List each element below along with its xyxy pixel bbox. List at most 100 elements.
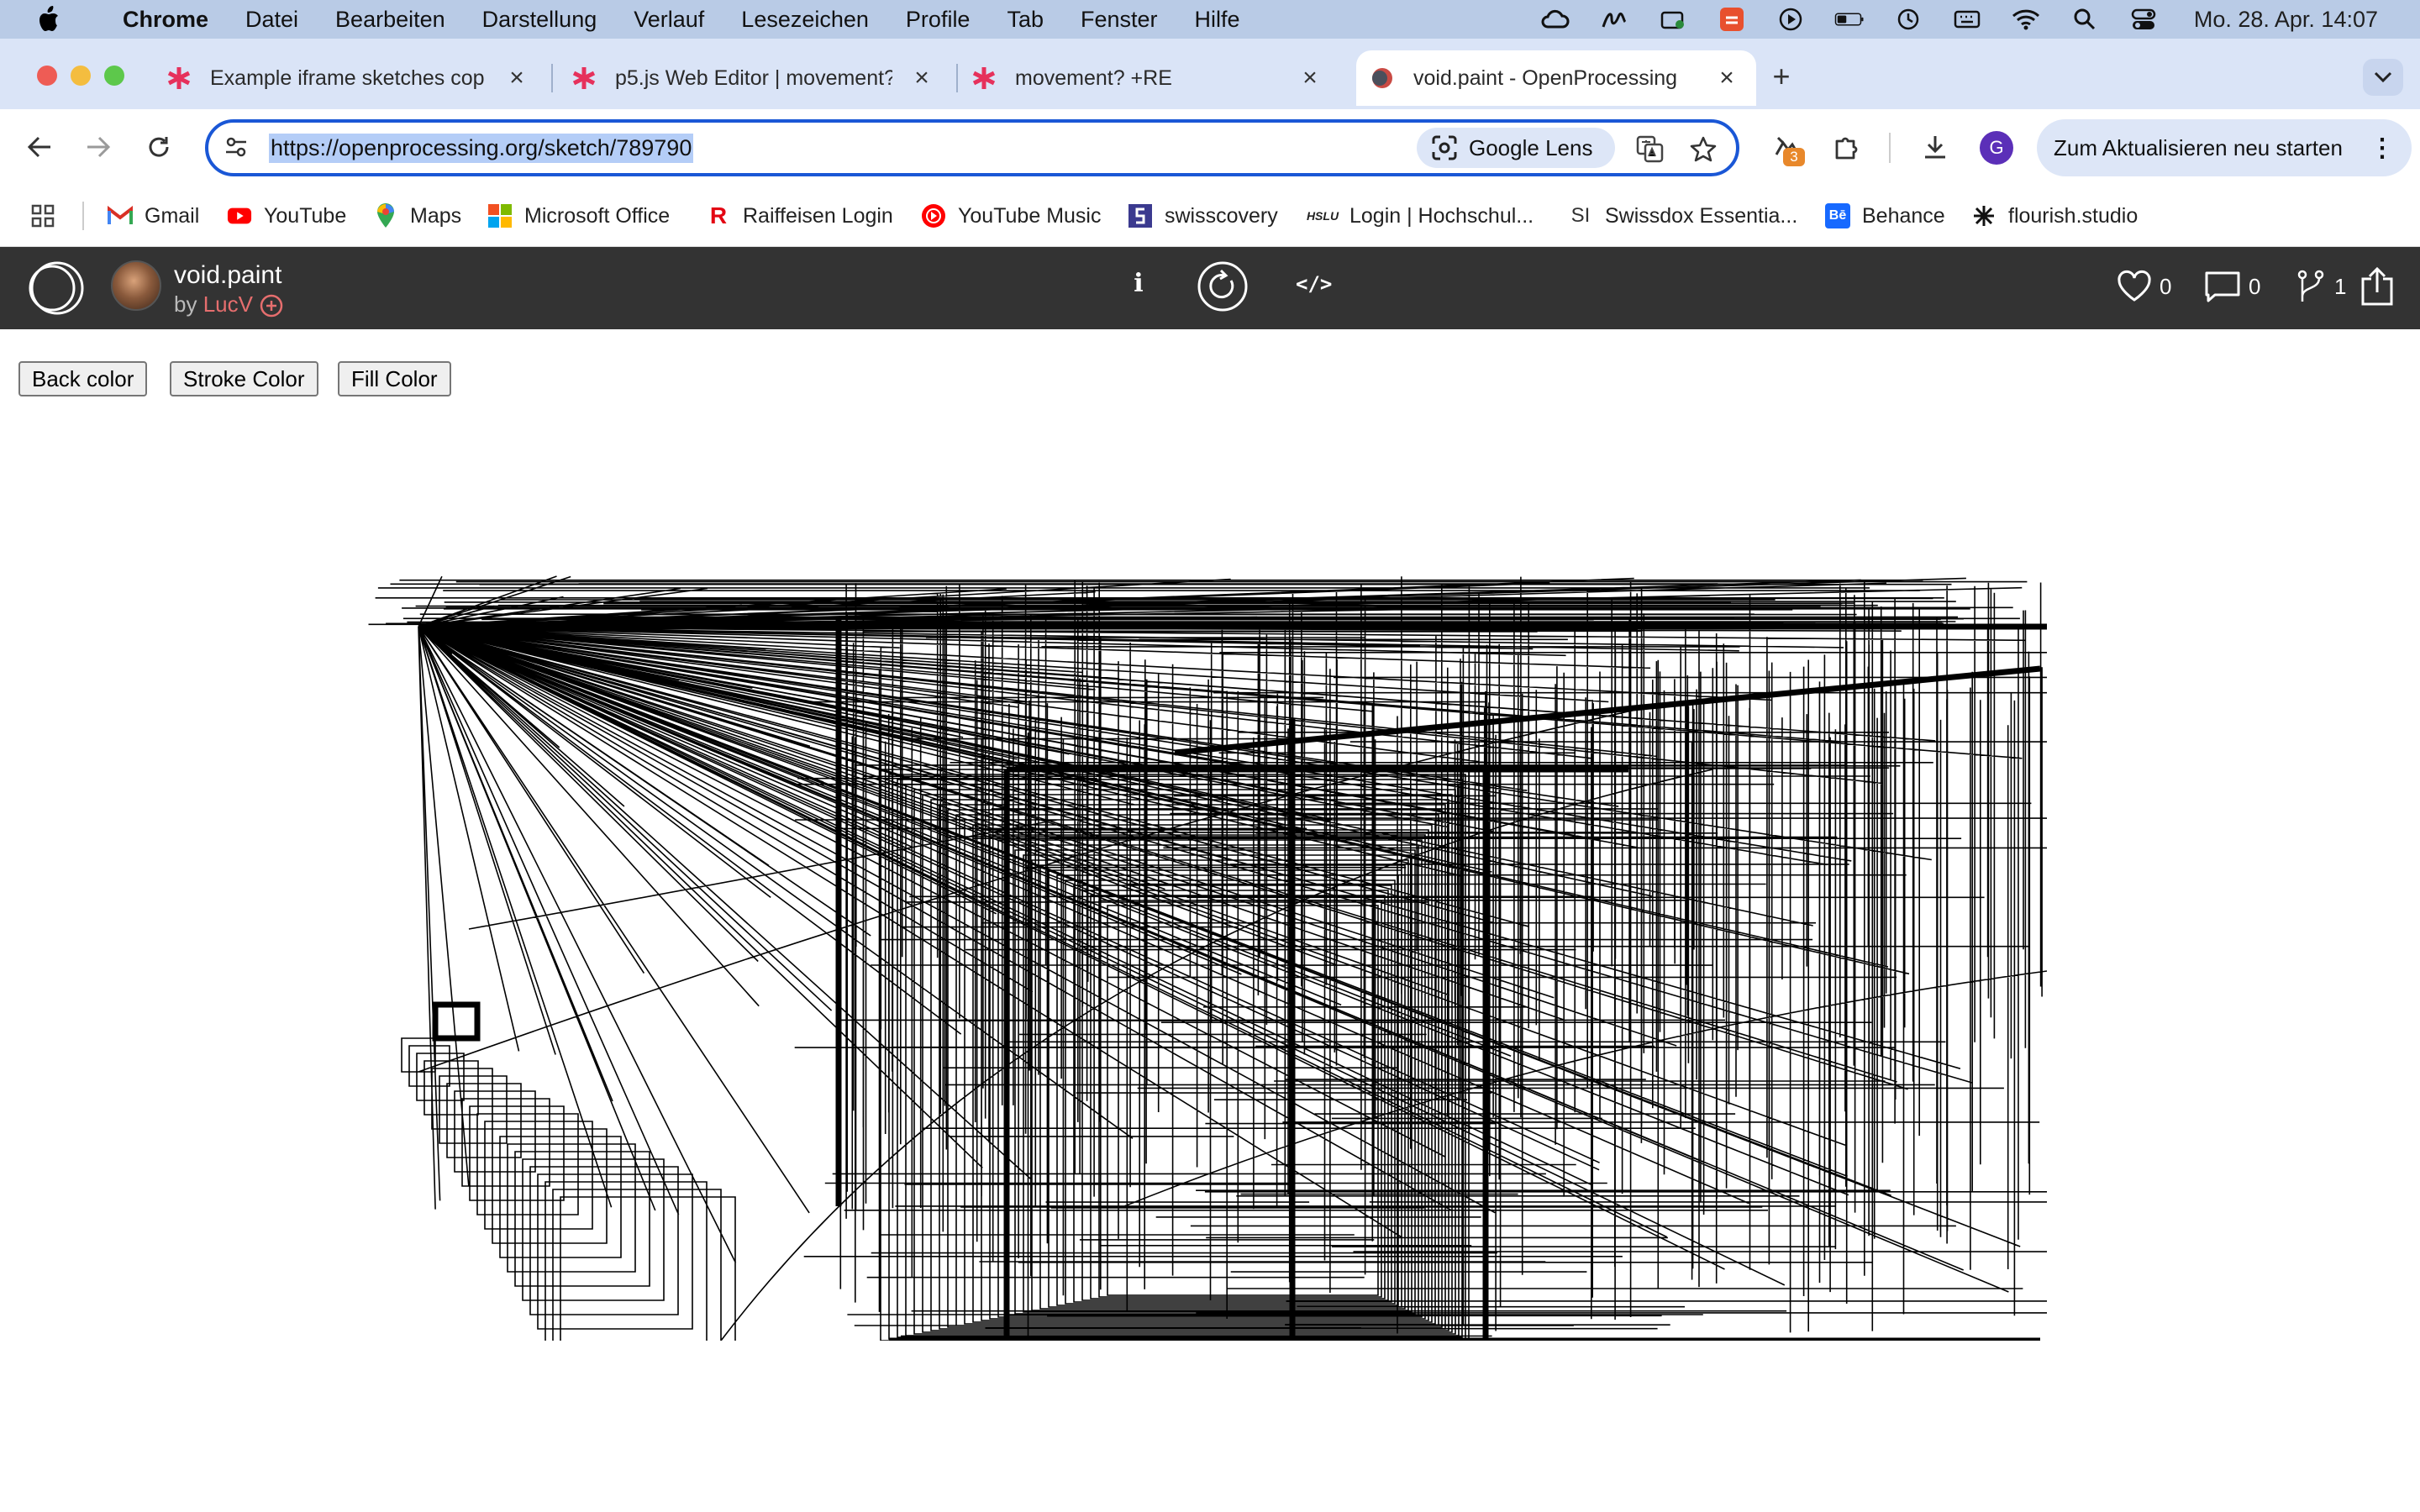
window-close-button[interactable]: [37, 66, 57, 86]
forks-button[interactable]: 1: [2294, 267, 2346, 306]
tab-void-paint[interactable]: void.paint - OpenProcessing ×: [1356, 50, 1756, 106]
like-button[interactable]: 0: [2116, 267, 2171, 306]
follow-plus-icon[interactable]: [259, 293, 284, 318]
youtube-music-icon: [921, 203, 946, 228]
bookmark-behance[interactable]: Bē Behance: [1825, 197, 1945, 235]
raiffeisen-icon: R: [709, 202, 728, 228]
menubar-app-icon[interactable]: [1658, 7, 1688, 32]
keyboard-icon[interactable]: [1952, 7, 1982, 32]
menu-datei[interactable]: Datei: [245, 7, 298, 33]
google-lens-icon: [1432, 135, 1457, 160]
p5-asterisk-icon: [166, 66, 192, 91]
menu-fenster[interactable]: Fenster: [1081, 7, 1158, 33]
reload-button[interactable]: [139, 128, 178, 166]
bookmark-gmail[interactable]: Gmail: [108, 197, 199, 235]
bookmark-youtube-music[interactable]: YouTube Music: [921, 197, 1101, 235]
back-button[interactable]: [20, 128, 59, 166]
window-minimize-button[interactable]: [71, 66, 91, 86]
tab-p5-web-editor[interactable]: p5.js Web Editor | movement? ×: [556, 50, 951, 106]
view-code-button[interactable]: </>: [1296, 272, 1332, 302]
toolbar-divider: [1889, 133, 1891, 163]
author-link[interactable]: LucV: [203, 291, 253, 317]
battery-icon[interactable]: [1834, 7, 1865, 32]
bookmark-star-icon[interactable]: [1687, 133, 1719, 165]
apple-menu-icon[interactable]: [32, 3, 66, 36]
bookmark-maps[interactable]: Maps: [373, 197, 461, 235]
menubar-clock[interactable]: Mo. 28. Apr. 14:07: [2194, 7, 2378, 33]
menu-app-chrome[interactable]: Chrome: [123, 7, 208, 33]
bookmark-label: YouTube Music: [958, 203, 1102, 228]
menu-hilfe[interactable]: Hilfe: [1195, 7, 1240, 33]
red-app-icon[interactable]: [1717, 7, 1747, 32]
menu-lesezeichen[interactable]: Lesezeichen: [741, 7, 869, 33]
bookmark-flourish[interactable]: flourish.studio: [1971, 197, 2138, 235]
generative-line-drawing[interactable]: [368, 568, 2047, 1341]
address-bar[interactable]: https://openprocessing.org/sketch/789790…: [205, 119, 1739, 176]
bookmark-microsoft-office[interactable]: Microsoft Office: [487, 197, 670, 235]
apps-grid-button[interactable]: [30, 197, 67, 235]
comment-count: 0: [2249, 273, 2261, 299]
restart-sketch-button[interactable]: [1197, 260, 1249, 312]
site-info-icon[interactable]: [224, 134, 250, 161]
bookmark-label: YouTube: [264, 203, 347, 228]
bookmark-youtube[interactable]: YouTube: [227, 197, 346, 235]
tab-title: void.paint - OpenProcessing: [1413, 66, 1678, 90]
menu-bearbeiten[interactable]: Bearbeiten: [335, 7, 445, 33]
fork-count: 1: [2334, 273, 2347, 299]
google-lens-button[interactable]: Google Lens: [1417, 128, 1615, 168]
bookmark-label: Maps: [410, 203, 462, 228]
byline-prefix: by: [174, 291, 203, 317]
stroke-color-button[interactable]: Stroke Color: [170, 361, 318, 396]
window-zoom-button[interactable]: [104, 66, 124, 86]
menu-darstellung[interactable]: Darstellung: [482, 7, 597, 33]
heart-icon: [2118, 270, 2151, 302]
bookmarks-divider: [82, 202, 84, 230]
bookmark-swissdox[interactable]: SI Swissdox Essentia...: [1568, 197, 1798, 235]
kebab-menu-icon[interactable]: ⋮: [2370, 134, 2395, 163]
openprocessing-logo[interactable]: [25, 259, 87, 318]
close-tab-icon[interactable]: ×: [1297, 64, 1323, 92]
bookmark-hslu-login[interactable]: HSLU Login | Hochschul...: [1307, 197, 1534, 235]
restart-to-update-button[interactable]: Zum Aktualisieren neu starten ⋮: [2037, 119, 2412, 176]
profile-avatar[interactable]: G: [1980, 131, 2013, 165]
wifi-icon[interactable]: [2011, 7, 2041, 32]
extensions-puzzle-icon[interactable]: [1827, 128, 1865, 166]
apps-grid-icon: [30, 203, 55, 228]
forward-button[interactable]: [79, 128, 118, 166]
tab-search-button[interactable]: [2363, 59, 2403, 96]
time-machine-icon[interactable]: [1893, 7, 1923, 32]
tab-divider: [956, 64, 958, 92]
comments-button[interactable]: 0: [2203, 267, 2260, 306]
fill-color-button[interactable]: Fill Color: [338, 361, 451, 396]
author-avatar[interactable]: [111, 260, 161, 311]
menu-profile[interactable]: Profile: [906, 7, 971, 33]
back-color-button[interactable]: Back color: [18, 361, 148, 396]
hslu-icon: HSLU: [1306, 209, 1339, 223]
control-center-icon[interactable]: [2128, 7, 2159, 32]
url-text[interactable]: https://openprocessing.org/sketch/789790: [269, 134, 694, 163]
creative-cloud-icon[interactable]: [1540, 7, 1570, 32]
play-circle-icon[interactable]: [1776, 7, 1806, 32]
sketch-info-button[interactable]: i: [1126, 269, 1151, 306]
tab-example-iframe[interactable]: Example iframe sketches cop ×: [151, 50, 546, 106]
share-button[interactable]: [2360, 267, 2402, 306]
signature-app-icon[interactable]: [1599, 7, 1629, 32]
tab-title: Example iframe sketches cop: [210, 66, 485, 90]
menu-verlauf[interactable]: Verlauf: [634, 7, 704, 33]
close-tab-icon[interactable]: ×: [1714, 64, 1739, 92]
download-icon[interactable]: [1916, 128, 1954, 166]
translate-icon[interactable]: [1634, 133, 1665, 165]
share-icon: [2361, 267, 2393, 306]
new-tab-button[interactable]: +: [1765, 59, 1798, 94]
spotlight-search-icon[interactable]: [2070, 7, 2100, 32]
menu-tab[interactable]: Tab: [1007, 7, 1044, 33]
bookmark-label: Gmail: [145, 203, 200, 228]
close-tab-icon[interactable]: ×: [504, 64, 529, 92]
tab-divider: [551, 64, 553, 92]
close-tab-icon[interactable]: ×: [909, 64, 934, 92]
comment-icon: [2205, 271, 2240, 302]
swissdox-icon: SI: [1570, 204, 1591, 227]
bookmark-swisscovery[interactable]: swisscovery: [1128, 197, 1278, 235]
bookmark-raiffeisen[interactable]: R Raiffeisen Login: [706, 197, 893, 235]
tab-movement-re[interactable]: movement? +RE ×: [961, 50, 1339, 106]
